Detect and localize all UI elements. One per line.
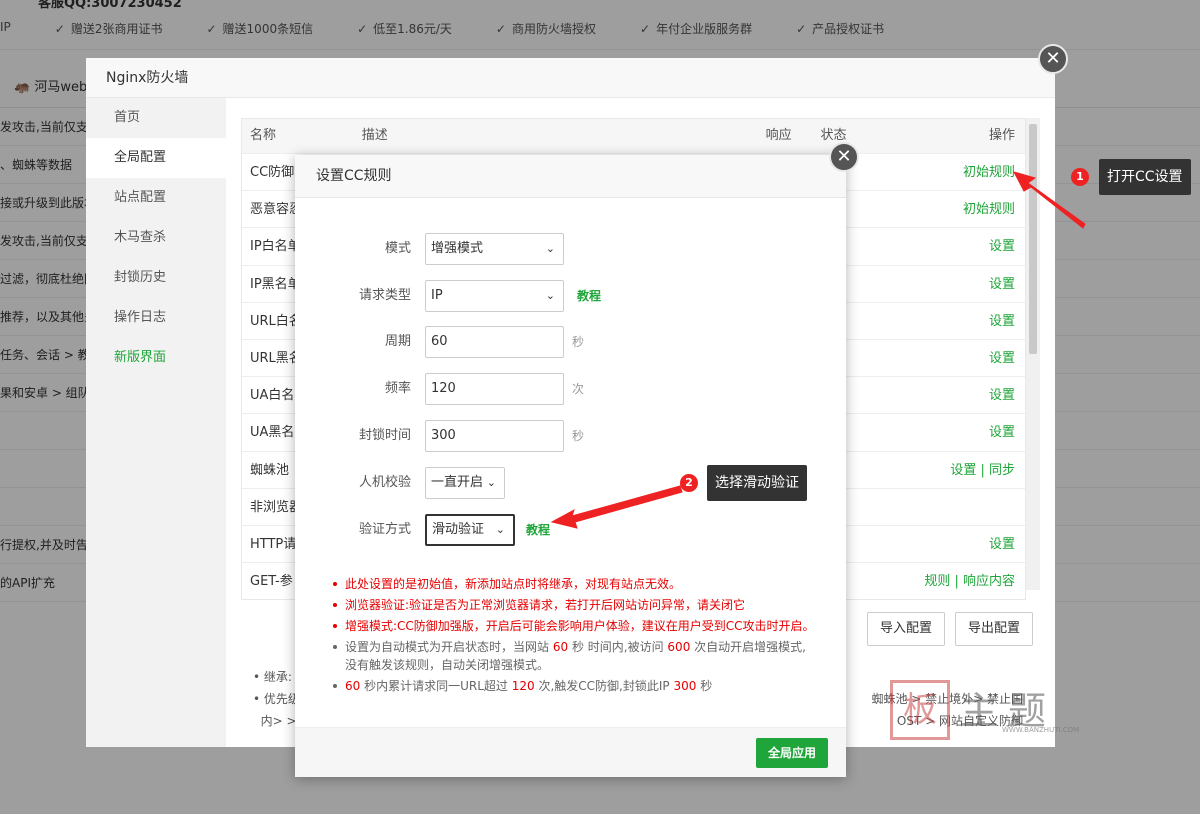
sidebar-item-global-config[interactable]: 全局配置	[86, 138, 226, 178]
period-input[interactable]: 60	[425, 326, 564, 358]
sidebar-item-new-ui[interactable]: 新版界面	[86, 338, 226, 378]
config-buttons: 导入配置 导出配置	[867, 612, 1034, 646]
row-op-link[interactable]: 初始规则	[880, 154, 1025, 190]
watermark-url: WWW.BANZHUTI.COM	[1002, 726, 1080, 734]
export-config-button[interactable]: 导出配置	[955, 612, 1034, 646]
mode-row: 模式 增强模式 ⌄	[295, 233, 846, 265]
mode-label: 模式	[384, 241, 411, 256]
request-type-row: 请求类型 IP ⌄ 教程	[295, 280, 846, 312]
human-check-label: 人机校验	[358, 475, 411, 490]
global-apply-button[interactable]: 全局应用	[755, 738, 828, 768]
step-badge-1: 1	[1071, 168, 1089, 186]
verify-method-row: 验证方式 滑动验证 ⌄ 教程	[295, 514, 846, 546]
annotation-tip-2: 选择滑动验证	[707, 465, 807, 501]
close-icon[interactable]: ✕	[1038, 44, 1068, 74]
sidebar-item-site-config[interactable]: 站点配置	[86, 178, 226, 218]
row-op-link[interactable]: 设置	[880, 303, 1025, 339]
chevron-down-icon: ⌄	[545, 242, 555, 255]
sidebar-item-home[interactable]: 首页	[86, 98, 226, 138]
human-check-select[interactable]: 一直开启 ⌄	[425, 467, 505, 499]
modal-title: Nginx防火墙	[86, 58, 1055, 98]
sidebar-item-block-history[interactable]: 封锁历史	[86, 258, 226, 298]
request-type-tutorial-link[interactable]: 教程	[577, 280, 601, 312]
chevron-down-icon: ⌄	[495, 523, 505, 536]
block-time-unit: 秒	[572, 429, 585, 443]
verify-method-label: 验证方式	[358, 522, 411, 537]
firewall-sidebar: 首页 全局配置 站点配置 木马查杀 封锁历史 操作日志 新版界面	[86, 98, 226, 747]
row-op-link[interactable]: 设置	[880, 414, 1025, 450]
note-item: 浏览器验证:验证是否为正常浏览器请求，若打开后网站访问异常，请关闭它	[331, 596, 831, 614]
sidebar-item-operation-log[interactable]: 操作日志	[86, 298, 226, 338]
block-time-input[interactable]: 300	[425, 420, 564, 452]
note-item: 增强模式:CC防御加强版，开启后可能会影响用户体验，建议在用户受到CC攻击时开启…	[331, 617, 831, 635]
note-item: 设置为自动模式为开启状态时，当网站 60 秒 时间内,被访问 600 次自动开启…	[331, 638, 831, 674]
verify-method-tutorial-link[interactable]: 教程	[526, 514, 550, 546]
row-op-link[interactable]	[880, 489, 1025, 525]
request-type-label: 请求类型	[358, 288, 411, 303]
note-item: 60 秒内累计请求同一URL超过 120 次,触发CC防御,封锁此IP 300 …	[331, 677, 831, 695]
row-op-link[interactable]: 规则 | 响应内容	[880, 563, 1025, 599]
dialog-footer: 全局应用	[295, 727, 846, 777]
annotation-tip-1: 打开CC设置	[1099, 159, 1191, 195]
row-op-link[interactable]: 设置 | 同步	[880, 452, 1025, 488]
row-op-link[interactable]: 设置	[880, 526, 1025, 562]
row-op-link[interactable]: 设置	[880, 266, 1025, 302]
frequency-label: 频率	[384, 381, 411, 396]
header-op: 操作	[988, 128, 1015, 143]
table-header: 名称 描述 响应 状态 操作	[242, 119, 1025, 153]
row-op-link[interactable]: 设置	[880, 377, 1025, 413]
block-time-label: 封锁时间	[358, 428, 411, 443]
chevron-down-icon: ⌄	[486, 476, 496, 489]
row-op-link[interactable]: 设置	[880, 228, 1025, 264]
period-label: 周期	[384, 334, 411, 349]
cc-notes: 此处设置的是初始值，新添加站点时将继承，对现有站点无效。 浏览器验证:验证是否为…	[331, 575, 831, 698]
step-badge-2: 2	[680, 474, 698, 492]
mode-select[interactable]: 增强模式 ⌄	[425, 233, 564, 265]
scrollbar-thumb[interactable]	[1029, 124, 1037, 354]
table-scrollbar[interactable]	[1026, 118, 1040, 590]
header-resp: 响应	[765, 128, 792, 143]
request-type-select[interactable]: IP ⌄	[425, 280, 564, 312]
import-config-button[interactable]: 导入配置	[867, 612, 946, 646]
frequency-input[interactable]: 120	[425, 373, 564, 405]
note-item: 此处设置的是初始值，新添加站点时将继承，对现有站点无效。	[331, 575, 831, 593]
period-unit: 秒	[572, 335, 585, 349]
header-name: 名称	[250, 128, 277, 143]
watermark-seal: 板	[890, 680, 950, 740]
close-icon[interactable]: ✕	[829, 142, 859, 172]
verify-method-select[interactable]: 滑动验证 ⌄	[425, 514, 515, 546]
block-time-row: 封锁时间 300 秒	[295, 420, 846, 452]
period-row: 周期 60 秒	[295, 326, 846, 358]
frequency-row: 频率 120 次	[295, 373, 846, 405]
header-desc: 描述	[361, 128, 388, 143]
watermark: 板 主题 WWW.BANZHUTI.COM	[890, 680, 1130, 740]
dialog-title: 设置CC规则	[295, 155, 846, 198]
chevron-down-icon: ⌄	[545, 289, 555, 302]
row-op-link[interactable]: 初始规则	[880, 191, 1025, 227]
sidebar-item-trojan-scan[interactable]: 木马查杀	[86, 218, 226, 258]
row-op-link[interactable]: 设置	[880, 340, 1025, 376]
frequency-unit: 次	[572, 382, 585, 396]
